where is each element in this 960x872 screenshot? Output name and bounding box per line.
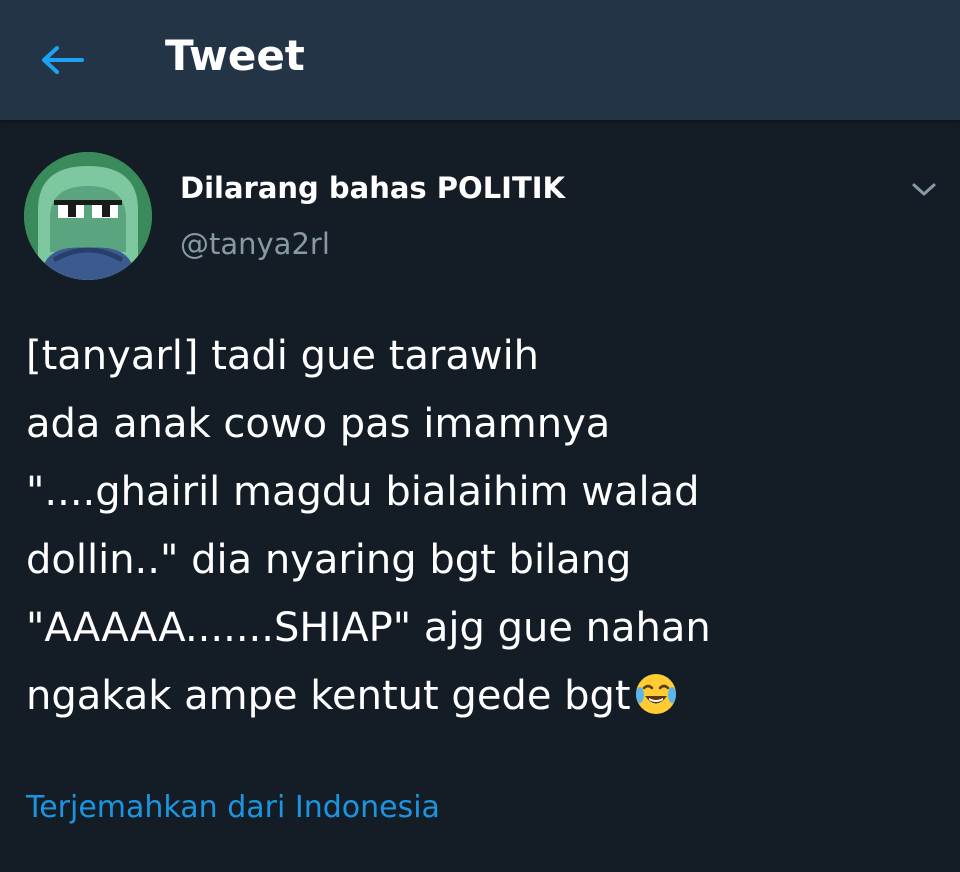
back-button[interactable] [30,28,94,92]
top-app-bar: Tweet [0,0,960,120]
tweet-text-line: "AAAAA.......SHIAP" ajg gue nahan [26,605,711,651]
tweet-text-line: [tanyarl] tadi gue tarawih [26,333,540,379]
tweet-text-line: dollin.." dia nyaring bgt bilang [26,537,632,583]
translate-tweet-link[interactable]: Terjemahkan dari Indonesia [26,786,440,830]
tweet-text: [tanyarl] tadi gue tarawih ada anak cowo… [26,322,946,738]
avatar-image [24,152,152,280]
user-display-name[interactable]: Dilarang bahas POLITIK [180,168,565,208]
page-title: Tweet [165,31,305,80]
tweet-text-line: "....ghairil magdu bialaihim walad [26,469,700,515]
user-handle[interactable]: @tanya2rl [180,224,330,264]
tweet-detail: Dilarang bahas POLITIK @tanya2rl [tanyar… [0,120,960,872]
chevron-down-icon [912,183,936,196]
tweet-options-button[interactable] [900,170,948,210]
tweet-text-last-segment: ngakak ampe kentut gede bgt [26,673,631,719]
avatar[interactable] [24,152,152,280]
back-arrow-icon [42,46,84,74]
crying-laughing-emoji-icon [633,670,679,738]
tweet-text-line-last: ngakak ampe kentut gede bgt [26,662,946,738]
tweet-text-line: ada anak cowo pas imamnya [26,401,611,447]
